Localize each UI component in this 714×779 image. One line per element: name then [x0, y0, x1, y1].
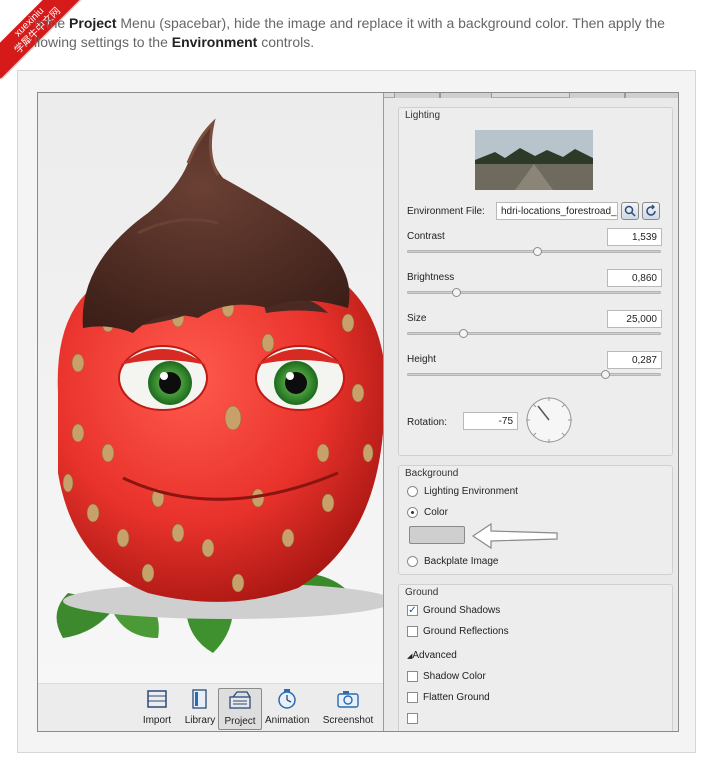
brightness-field[interactable]: 0,860 — [607, 269, 662, 287]
size-field[interactable]: 25,000 — [607, 310, 662, 328]
project-panel: Lighting Environment File: hdri-location… — [383, 93, 678, 731]
screenshot-label: Screenshot — [322, 715, 374, 726]
import-label: Import — [142, 715, 172, 726]
import-icon — [147, 690, 167, 708]
camera-icon — [337, 691, 359, 708]
animation-icon — [278, 689, 296, 709]
color-label: Color — [424, 507, 448, 518]
size-slider[interactable] — [407, 329, 661, 338]
radio-lighting-environment[interactable] — [407, 486, 418, 497]
height-thumb[interactable] — [600, 370, 610, 379]
ground-title: Ground — [405, 587, 439, 598]
contrast-thumb[interactable] — [532, 247, 542, 256]
app-window: Import Library Project Animation Screens… — [37, 92, 679, 732]
ground-option-checkbox[interactable] — [407, 713, 418, 724]
brightness-slider[interactable] — [407, 288, 661, 297]
hdri-thumbnail[interactable] — [475, 130, 593, 190]
intro-bold-project: Project — [69, 15, 117, 31]
ground-shadows-label: Ground Shadows — [423, 605, 501, 616]
flatten-ground-label: Flatten Ground — [423, 692, 490, 703]
animation-label: Animation — [265, 715, 310, 726]
panel-tabs — [384, 93, 678, 98]
intro-part1: n the — [34, 15, 70, 31]
background-color-swatch[interactable] — [409, 526, 465, 544]
tab-settings[interactable] — [625, 93, 678, 98]
backplate-image-label: Backplate Image — [424, 556, 499, 567]
bottom-toolbar: Import Library Project Animation Screens… — [38, 683, 383, 731]
height-slider[interactable] — [407, 370, 661, 379]
strawberry-render — [56, 118, 383, 653]
project-button[interactable]: Project — [218, 688, 262, 730]
rotation-field[interactable]: -75 — [463, 412, 518, 430]
refresh-icon — [646, 204, 656, 216]
ground-section: Ground ✓ Ground Shadows Ground Reflectio… — [398, 584, 673, 731]
tab-materials[interactable] — [440, 93, 492, 98]
height-label: Height — [407, 354, 436, 365]
intro-part2: Menu (spacebar), hide the image and repl… — [116, 15, 665, 31]
size-label: Size — [407, 313, 427, 324]
library-label: Library — [184, 715, 216, 726]
advanced-label: Advanced — [412, 650, 457, 661]
shadow-color-label: Shadow Color — [423, 671, 486, 682]
project-icon — [229, 691, 251, 709]
tab-scene[interactable] — [394, 93, 440, 98]
screenshot-button[interactable]: Screenshot — [320, 688, 376, 730]
lighting-title: Lighting — [405, 110, 441, 121]
brightness-thumb[interactable] — [451, 288, 461, 297]
browse-icon — [624, 205, 636, 217]
contrast-field[interactable]: 1,539 — [607, 228, 662, 246]
browse-button[interactable] — [621, 202, 639, 220]
intro-part3: llowing settings to the — [34, 34, 172, 50]
animation-button[interactable]: Animation — [265, 688, 309, 730]
ground-reflections-label: Ground Reflections — [423, 626, 509, 637]
rotation-dial[interactable] — [525, 396, 573, 444]
env-file-label: Environment File: — [407, 206, 485, 217]
intro-bold-environment: Environment — [171, 34, 258, 50]
render-viewport[interactable] — [38, 93, 383, 683]
ground-reflections-checkbox[interactable] — [407, 626, 418, 637]
library-button[interactable]: Library — [178, 688, 222, 730]
background-section: Background Lighting Environment Color Ba… — [398, 465, 673, 575]
library-icon — [192, 689, 207, 709]
height-field[interactable]: 0,287 — [607, 351, 662, 369]
lighting-section: Lighting Environment File: hdri-location… — [398, 107, 673, 456]
intro-text: n the Project Menu (spacebar), hide the … — [34, 14, 704, 52]
background-title: Background — [405, 468, 459, 479]
radio-color[interactable] — [407, 507, 418, 518]
refresh-button[interactable] — [642, 202, 660, 220]
rotation-label: Rotation: — [407, 417, 448, 428]
ground-shadows-checkbox[interactable]: ✓ — [407, 605, 418, 616]
intro-part4: controls. — [257, 34, 315, 50]
brightness-label: Brightness — [407, 272, 455, 283]
tab-camera[interactable] — [569, 93, 625, 98]
contrast-slider[interactable] — [407, 247, 661, 256]
arrow-pointer-icon — [471, 522, 558, 550]
project-label: Project — [224, 716, 256, 727]
contrast-label: Contrast — [407, 231, 445, 242]
size-thumb[interactable] — [459, 329, 469, 338]
env-file-field[interactable]: hdri-locations_forestroad_ — [496, 202, 618, 220]
flatten-ground-checkbox[interactable] — [407, 692, 418, 703]
shadow-color-checkbox[interactable] — [407, 671, 418, 682]
radio-backplate-image[interactable] — [407, 556, 418, 567]
lighting-environment-label: Lighting Environment — [424, 486, 518, 497]
advanced-toggle[interactable]: ◢Advanced — [407, 650, 457, 661]
import-button[interactable]: Import — [135, 688, 179, 730]
